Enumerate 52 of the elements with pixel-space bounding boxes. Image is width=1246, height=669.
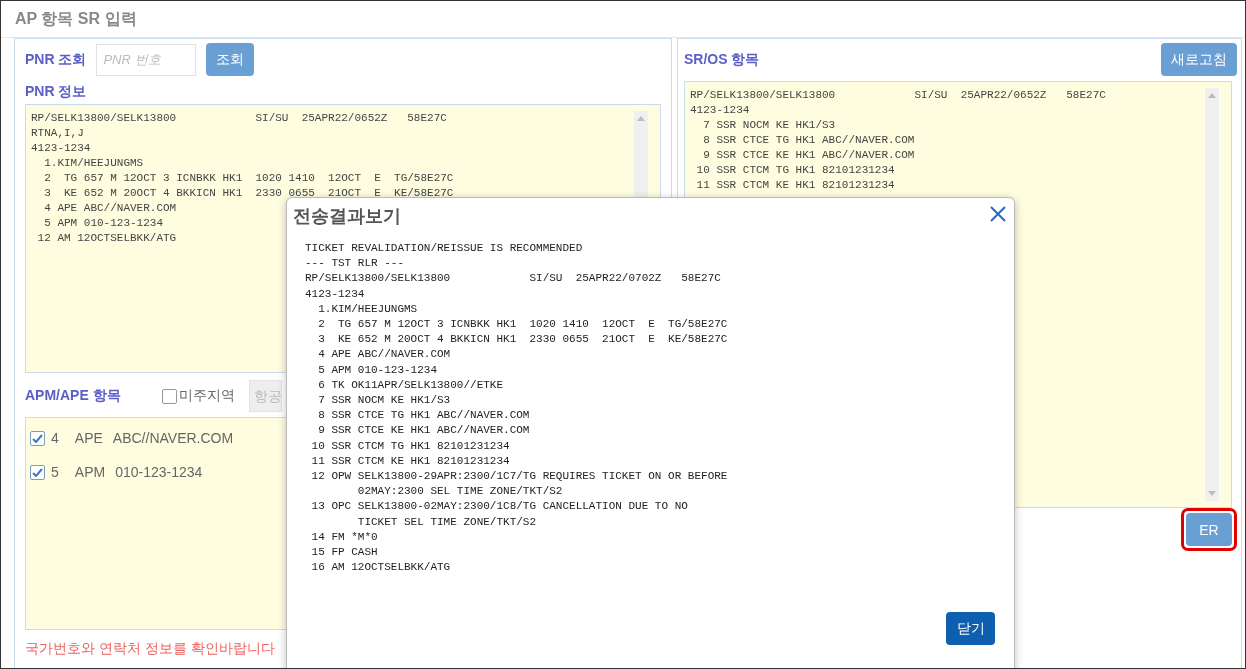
text-line: 2 TG 657 M 12OCT 3 ICNBKK HK1 1020 1410 12OCT E TG/58E27C	[317, 317, 728, 332]
text-line: 14 FM *M*0	[310, 529, 378, 545]
text-line: 5 APM 010-123-1234	[317, 362, 438, 378]
item-type: APE	[74, 430, 103, 446]
text-line: 4 APE ABC//NAVER.COM	[43, 201, 177, 216]
warning-message: 국가번호와 연락처 정보를 확인바랍니다	[25, 640, 275, 658]
text-line: RP/SELK13800/SELK13800 SI/SU 25APR22/0652Z 58E27C	[690, 88, 1106, 103]
text-line: 1.KIM/HEEJUNGMS	[317, 301, 418, 317]
text-line: 02MAY:2300 SEL TIME ZONE/TKT/S2	[356, 484, 563, 500]
item-value: 010-123-1234	[115, 464, 203, 480]
text-line: 9 SSR CTCE KE HK1 ABC//NAVER.COM	[702, 148, 915, 163]
section-label: SR/OS 항목	[684, 50, 760, 69]
text-line: 6 TK OK11APR/SELK13800//ETKE	[317, 377, 504, 393]
text-line: 7 SSR NOCM KE HK1/S3	[702, 118, 836, 133]
text-line: 9 SSR CTCE KE HK1 ABC//NAVER.COM	[317, 423, 530, 439]
text-line: TICKET REVALIDATION/REISSUE IS RECOMMENDED	[305, 241, 583, 256]
text-line: 8 SSR CTCE TG HK1 ABC//NAVER.COM	[702, 133, 915, 148]
text-line: RP/SELK13800/SELK13800 SI/SU 25APR22/0652Z 58E27C	[31, 111, 447, 126]
text-line: 10 SSR CTCM TG HK1 82101231234	[310, 438, 510, 454]
section-label: PNR 정보	[25, 83, 88, 101]
text-line: 2 TG 657 M 12OCT 3 ICNBKK HK1 1020 1410 12OCT E TG/58E27C	[43, 171, 454, 186]
text-line: 4123-1234	[690, 103, 750, 118]
text-line: 3 KE 652 M 20OCT 4 BKKICN HK1 2330 0655 21OCT E KE/58E27C	[43, 186, 454, 201]
text-line: 16 AM 12OCTSELBKK/ATG	[310, 560, 451, 576]
text-line: 3 KE 652 M 20OCT 4 BKKICN HK1 2330 0655 21OCT E KE/58E27C	[317, 332, 728, 348]
text-line: TICKET SEL TIME ZONE/TKT/S2	[356, 514, 537, 530]
text-line: 15 FP CASH	[310, 545, 378, 561]
page-title: AP 항목 SR 입력	[15, 8, 137, 29]
text-line: 5 APM 010-123-1234	[43, 216, 164, 231]
item-number: 4	[51, 430, 59, 446]
text-line: 8 SSR CTCE TG HK1 ABC//NAVER.COM	[317, 408, 530, 424]
text-line: 11 SSR CTCM KE HK1 82101231234	[695, 178, 895, 193]
text-line: 13 OPC SELK13800-02MAY:2300/1C8/TG CANCELLATION DUE TO NO	[310, 499, 688, 515]
text-line: 12 AM 12OCTSELBKK/ATG	[36, 231, 177, 246]
text-line: 11 SSR CTCM KE HK1 82101231234	[310, 453, 510, 469]
text-line: 1.KIM/HEEJUNGMS	[43, 156, 144, 171]
text-line: 12 OPW SELK13800-29APR:2300/1C7/TG REQUIRES TICKET ON OR BEFORE	[310, 469, 728, 485]
dialog-title: 전송결과보기	[293, 205, 401, 228]
text-line: 4123-1234	[305, 286, 365, 302]
item-number: 5	[51, 464, 59, 480]
text-line: RTNA,I,J	[31, 126, 84, 141]
search-label: PNR 조회	[25, 50, 87, 69]
text-line: 7 SSR NOCM KE HK1/S3	[317, 393, 451, 409]
section-label: APM/APE 항목	[25, 387, 122, 405]
text-line: 4 APE ABC//NAVER.COM	[317, 347, 451, 363]
text-line: --- TST RLR ---	[305, 256, 405, 272]
text-line: 4123-1234	[31, 141, 91, 156]
item-type: APM	[74, 464, 106, 480]
item-value: ABC//NAVER.COM	[112, 430, 234, 446]
text-line: 10 SSR CTCM TG HK1 82101231234	[695, 163, 895, 178]
text-line: RP/SELK13800/SELK13800 SI/SU 25APR22/0702Z 58E27C	[305, 271, 721, 287]
checkbox-label: 미주지역	[179, 387, 235, 405]
